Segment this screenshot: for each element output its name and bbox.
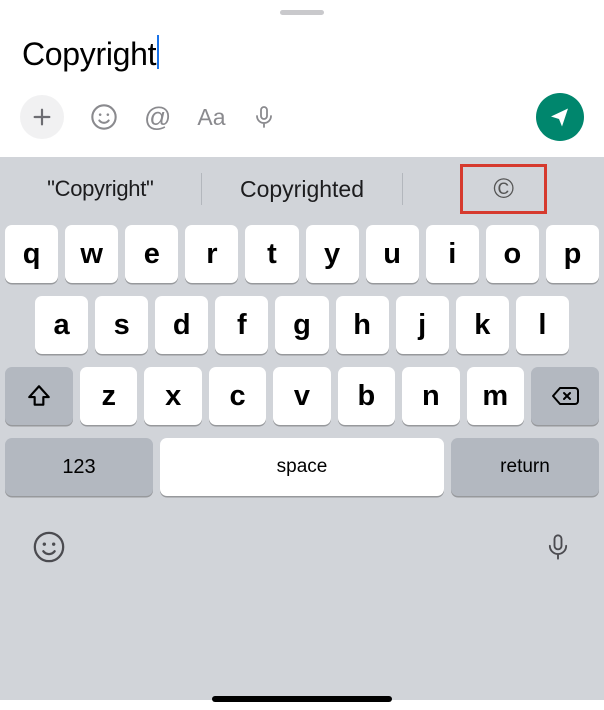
numeric-switch-key[interactable]: 123 — [5, 438, 153, 496]
suggestion-1[interactable]: "Copyright" — [0, 176, 201, 202]
text-caret — [157, 35, 159, 69]
key-d[interactable]: d — [155, 296, 208, 354]
key-row-2: a s d f g h j k l — [5, 296, 599, 354]
key-v[interactable]: v — [273, 367, 330, 425]
mic-icon — [544, 529, 572, 565]
message-input-area[interactable]: Copyright — [0, 25, 604, 79]
key-o[interactable]: o — [486, 225, 539, 283]
key-l[interactable]: l — [516, 296, 569, 354]
return-key[interactable]: return — [451, 438, 599, 496]
voice-button[interactable] — [252, 103, 276, 131]
key-r[interactable]: r — [185, 225, 238, 283]
shift-icon — [26, 383, 52, 409]
key-m[interactable]: m — [467, 367, 524, 425]
keyboard: "Copyright" Copyrighted © q w e r t y u … — [0, 157, 604, 700]
key-p[interactable]: p — [546, 225, 599, 283]
key-e[interactable]: e — [125, 225, 178, 283]
plus-icon — [31, 106, 53, 128]
space-key[interactable]: space — [160, 438, 444, 496]
send-icon — [548, 105, 572, 129]
suggestion-2[interactable]: Copyrighted — [202, 176, 403, 203]
key-q[interactable]: q — [5, 225, 58, 283]
key-u[interactable]: u — [366, 225, 419, 283]
mention-button[interactable]: @ — [144, 102, 171, 133]
key-y[interactable]: y — [306, 225, 359, 283]
key-k[interactable]: k — [456, 296, 509, 354]
message-input-text: Copyright — [22, 35, 159, 73]
keyboard-footer — [0, 509, 604, 570]
message-text-value: Copyright — [22, 36, 156, 72]
suggestion-bar: "Copyright" Copyrighted © — [0, 157, 604, 221]
emoji-keyboard-button[interactable] — [32, 530, 66, 569]
key-x[interactable]: x — [144, 367, 201, 425]
backspace-icon — [550, 384, 580, 408]
suggestion-3-highlight: © — [460, 164, 547, 214]
key-j[interactable]: j — [396, 296, 449, 354]
key-s[interactable]: s — [95, 296, 148, 354]
key-t[interactable]: t — [245, 225, 298, 283]
key-i[interactable]: i — [426, 225, 479, 283]
format-button[interactable]: Aa — [197, 104, 225, 131]
key-f[interactable]: f — [215, 296, 268, 354]
key-w[interactable]: w — [65, 225, 118, 283]
add-button[interactable] — [20, 95, 64, 139]
key-h[interactable]: h — [336, 296, 389, 354]
key-row-1: q w e r t y u i o p — [5, 225, 599, 283]
emoji-icon — [32, 530, 66, 564]
suggestion-3[interactable]: © — [403, 164, 604, 214]
key-row-3: z x c v b n m — [5, 367, 599, 425]
key-z[interactable]: z — [80, 367, 137, 425]
compose-toolbar: @ Aa — [0, 79, 604, 157]
backspace-key[interactable] — [531, 367, 599, 425]
key-n[interactable]: n — [402, 367, 459, 425]
key-g[interactable]: g — [275, 296, 328, 354]
sheet-drag-handle[interactable] — [280, 10, 324, 15]
emoji-button[interactable] — [90, 103, 118, 131]
key-c[interactable]: c — [209, 367, 266, 425]
keyboard-rows: q w e r t y u i o p a s d f g h j k l z — [0, 221, 604, 496]
home-indicator[interactable] — [212, 696, 392, 702]
shift-key[interactable] — [5, 367, 73, 425]
key-a[interactable]: a — [35, 296, 88, 354]
mic-icon — [252, 103, 276, 131]
emoji-icon — [90, 103, 118, 131]
key-b[interactable]: b — [338, 367, 395, 425]
send-button[interactable] — [536, 93, 584, 141]
dictation-button[interactable] — [544, 529, 572, 570]
key-row-4: 123 space return — [5, 438, 599, 496]
